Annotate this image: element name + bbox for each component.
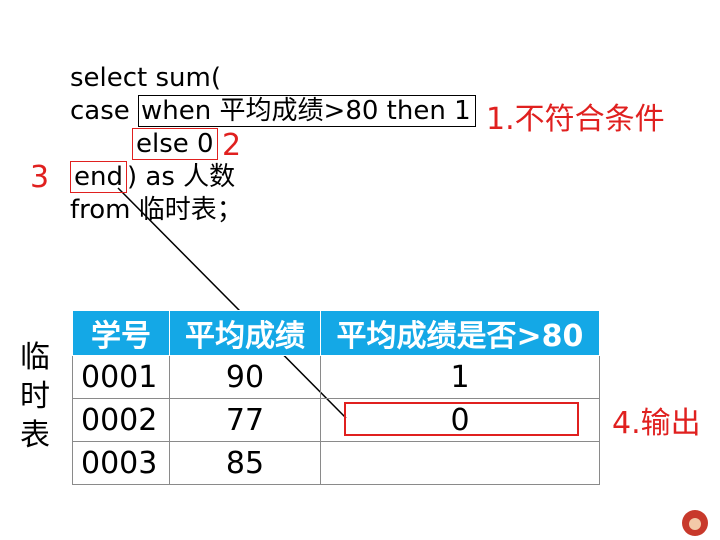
cell-avg-score: 90 (169, 355, 321, 399)
temp-table-label-char-2: 时 (20, 379, 50, 414)
cell-above-80 (320, 441, 600, 485)
temp-table-label-char-1: 临 (20, 340, 50, 375)
code-line-2: case when 平均成绩>80 then 1 (70, 95, 476, 128)
table-row: 0001 90 1 (72, 355, 600, 399)
temp-table-label-char-3: 表 (20, 418, 50, 453)
code-line-1: select sum( (70, 63, 222, 93)
code-line-3: else 0 (70, 128, 476, 161)
header-avg-score: 平均成绩 (169, 310, 321, 356)
code-line-5: from 临时表； (70, 195, 243, 225)
annotation-4: 4.输出 (612, 406, 701, 441)
cell-avg-score: 85 (169, 441, 321, 485)
cell-avg-score: 77 (169, 398, 321, 442)
header-above-80: 平均成绩是否>80 (320, 310, 600, 356)
end-keyword-box: end (70, 161, 127, 193)
header-student-id: 学号 (72, 310, 170, 356)
table-header-row: 学号 平均成绩 平均成绩是否>80 (72, 310, 600, 356)
output-highlight-box (344, 402, 579, 436)
code-line-2-prefix: case (70, 96, 139, 126)
cell-student-id: 0001 (72, 355, 170, 399)
table-row: 0003 85 (72, 441, 600, 485)
cell-student-id: 0002 (72, 398, 170, 442)
annotation-3: 3 (30, 160, 50, 195)
code-line-4-rest: ) as 人数 (126, 162, 236, 192)
else-clause-box: else 0 (132, 128, 218, 160)
temp-table-label: 临 时 表 (16, 338, 54, 455)
sql-code-block: select sum( case when 平均成绩>80 then 1 els… (70, 62, 476, 227)
annotation-2: 2 (222, 128, 242, 163)
cell-above-80: 1 (320, 355, 600, 399)
code-line-4: end) as 人数 (70, 161, 476, 194)
monkey-logo-icon (682, 510, 708, 536)
when-clause-box: when 平均成绩>80 then 1 (138, 95, 476, 127)
annotation-1: 1.不符合条件 (486, 102, 665, 137)
temp-table: 学号 平均成绩 平均成绩是否>80 0001 90 1 0002 77 0 00… (72, 310, 600, 485)
cell-student-id: 0003 (72, 441, 170, 485)
